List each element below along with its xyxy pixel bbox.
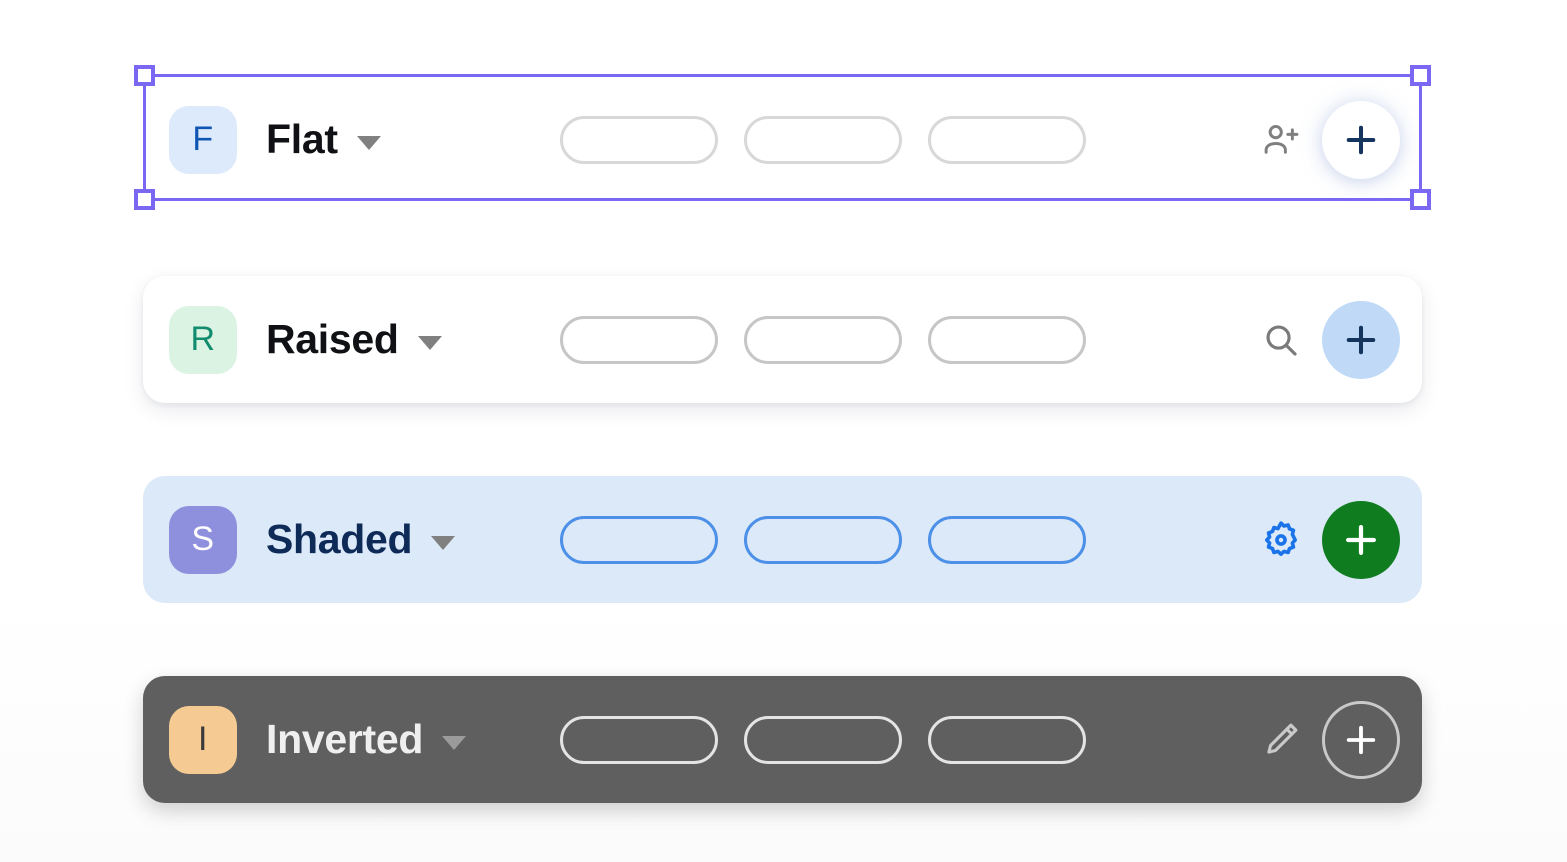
chevron-down-icon[interactable] bbox=[442, 735, 467, 750]
row-inverted-right-group bbox=[1258, 700, 1400, 779]
row-flat[interactable]: F Flat bbox=[143, 76, 1422, 203]
avatar-badge-letter: R bbox=[190, 320, 216, 358]
add-button-flat[interactable] bbox=[1322, 100, 1400, 179]
avatar-badge-raised: R bbox=[169, 305, 237, 374]
row-raised[interactable]: R Raised bbox=[143, 276, 1422, 403]
pill-placeholder[interactable] bbox=[560, 115, 718, 164]
pill-placeholder[interactable] bbox=[744, 515, 902, 564]
row-shaded-left-group: S Shaded bbox=[169, 505, 456, 574]
row-shaded-right-group bbox=[1258, 500, 1400, 579]
avatar-badge-letter: F bbox=[192, 120, 214, 158]
avatar-badge-shaded: S bbox=[169, 505, 237, 574]
row-flat-pill-group bbox=[560, 115, 1086, 164]
pill-placeholder[interactable] bbox=[560, 315, 718, 364]
gear-icon[interactable] bbox=[1258, 517, 1304, 563]
add-button-raised[interactable] bbox=[1322, 300, 1400, 379]
row-inverted-left-group: I Inverted bbox=[169, 705, 467, 774]
add-button-shaded[interactable] bbox=[1322, 500, 1400, 579]
avatar-badge-letter: S bbox=[191, 520, 215, 558]
pill-placeholder[interactable] bbox=[928, 115, 1086, 164]
row-flat-title: Flat bbox=[266, 116, 338, 162]
search-icon[interactable] bbox=[1258, 317, 1304, 363]
row-shaded-pill-group bbox=[560, 515, 1086, 564]
avatar-badge-letter: I bbox=[198, 720, 208, 758]
row-flat-left-group: F Flat bbox=[169, 105, 381, 174]
chevron-down-icon[interactable] bbox=[431, 535, 456, 550]
pill-placeholder[interactable] bbox=[560, 515, 718, 564]
row-inverted-pill-group bbox=[560, 715, 1086, 764]
design-canvas: F Flat R Raised S Shaded I Inverted bbox=[0, 0, 1567, 862]
pill-placeholder[interactable] bbox=[928, 315, 1086, 364]
row-shaded-title: Shaded bbox=[266, 516, 413, 562]
row-shaded[interactable]: S Shaded bbox=[143, 476, 1422, 603]
row-flat-right-group bbox=[1258, 100, 1400, 179]
row-inverted-title: Inverted bbox=[266, 716, 424, 762]
avatar-badge-flat: F bbox=[169, 105, 237, 174]
pill-placeholder[interactable] bbox=[928, 715, 1086, 764]
row-raised-title: Raised bbox=[266, 316, 399, 362]
pill-placeholder[interactable] bbox=[744, 715, 902, 764]
person-add-icon[interactable] bbox=[1258, 117, 1304, 163]
pill-placeholder[interactable] bbox=[744, 115, 902, 164]
pill-placeholder[interactable] bbox=[928, 515, 1086, 564]
chevron-down-icon[interactable] bbox=[356, 135, 381, 150]
pencil-icon[interactable] bbox=[1258, 717, 1304, 763]
pill-placeholder[interactable] bbox=[560, 715, 718, 764]
avatar-badge-inverted: I bbox=[169, 705, 237, 774]
row-raised-left-group: R Raised bbox=[169, 305, 442, 374]
chevron-down-icon[interactable] bbox=[417, 335, 442, 350]
row-raised-right-group bbox=[1258, 300, 1400, 379]
pill-placeholder[interactable] bbox=[744, 315, 902, 364]
row-inverted[interactable]: I Inverted bbox=[143, 676, 1422, 803]
add-button-inverted[interactable] bbox=[1322, 700, 1400, 779]
row-raised-pill-group bbox=[560, 315, 1086, 364]
